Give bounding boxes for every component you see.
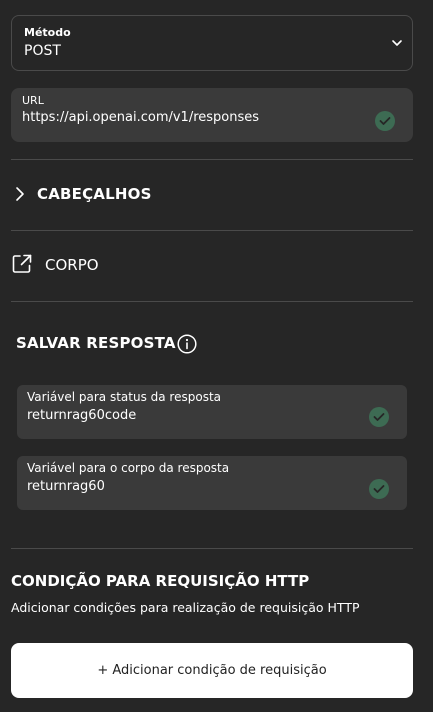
body-variable-value[interactable]: returnrag60 — [27, 479, 105, 494]
divider — [11, 159, 413, 160]
method-value: POST — [24, 43, 61, 59]
headers-section-title: CABEÇALHOS — [37, 185, 152, 203]
url-field[interactable]: URL https://api.openai.com/v1/responses — [11, 88, 413, 142]
save-response-title: SALVAR RESPOSTA — [16, 334, 176, 352]
external-link-icon — [12, 254, 32, 273]
status-variable-label: Variável para status da resposta — [27, 390, 222, 404]
body-section-title: CORPO — [45, 256, 99, 274]
condition-title: CONDIÇÃO PARA REQUISIÇÃO HTTP — [11, 572, 310, 590]
add-condition-button[interactable]: + Adicionar condição de requisição — [11, 643, 413, 698]
chevron-right-icon — [16, 187, 24, 201]
body-variable-field[interactable]: Variável para o corpo da resposta return… — [17, 456, 407, 510]
divider — [11, 230, 413, 231]
url-value[interactable]: https://api.openai.com/v1/responses — [22, 110, 259, 125]
check-circle-icon — [375, 111, 395, 131]
body-variable-label: Variável para o corpo da resposta — [27, 461, 230, 475]
method-label: Método — [24, 26, 71, 39]
divider — [11, 548, 413, 549]
method-select[interactable]: Método POST — [11, 15, 413, 71]
check-circle-icon — [369, 479, 389, 499]
check-circle-icon — [369, 407, 389, 427]
headers-section-toggle[interactable]: CABEÇALHOS — [11, 176, 413, 212]
body-section-link[interactable]: CORPO — [11, 247, 413, 283]
status-variable-field[interactable]: Variável para status da resposta returnr… — [17, 385, 407, 439]
condition-subtitle: Adicionar condições para realização de r… — [11, 600, 360, 615]
chevron-down-icon — [392, 40, 402, 46]
divider — [11, 301, 413, 302]
http-request-panel: Método POST URL https://api.openai.com/v… — [0, 0, 433, 712]
info-icon[interactable] — [177, 334, 197, 354]
url-label: URL — [22, 94, 44, 107]
status-variable-value[interactable]: returnrag60code — [27, 408, 136, 423]
